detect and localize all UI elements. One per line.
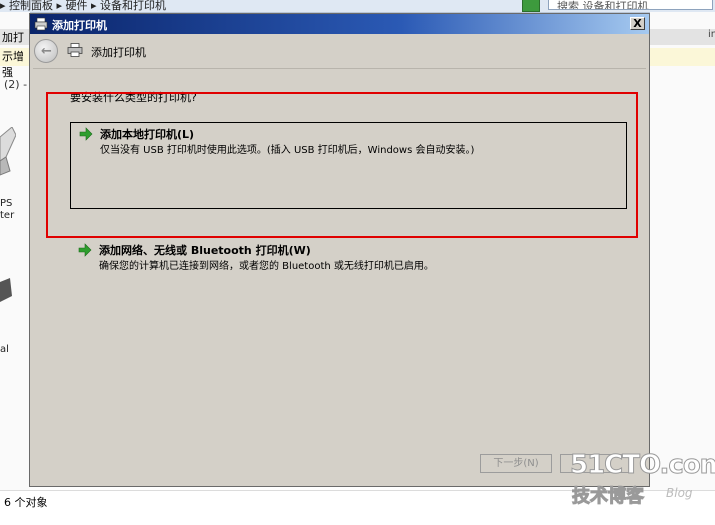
explorer-group-header: (2) - xyxy=(4,78,28,91)
explorer-infobar-right xyxy=(650,48,715,66)
explorer-search-input[interactable]: 搜索 设备和打印机 xyxy=(548,0,713,10)
watermark-subtitle: 技术博客 xyxy=(572,486,645,508)
option-title: 添加网络、无线或 Bluetooth 打印机(W) xyxy=(99,244,311,257)
explorer-toolbar-fragment-right: ini xyxy=(708,29,715,40)
next-button[interactable]: 下一步(N) xyxy=(480,454,552,473)
dialog-navbar: ← 添加打印机 xyxy=(30,34,649,66)
option-description: 确保您的计算机已连接到网络，或者您的 Bluetooth 或无线打印机已启用。 xyxy=(99,261,434,272)
close-button[interactable]: X xyxy=(630,17,645,30)
explorer-infobar-fragment: 示增强 xyxy=(0,48,30,79)
watermark-logo-text: 51CTO.com xyxy=(570,450,715,481)
explorer-toolbar-fragment[interactable]: 加打印 xyxy=(0,29,30,60)
status-count: 6 个对象 xyxy=(4,496,48,509)
explorer-right-area xyxy=(650,12,715,490)
go-button[interactable] xyxy=(522,0,540,12)
wizard-footer xyxy=(30,454,649,486)
back-arrow-icon: ← xyxy=(41,44,52,59)
dialog-titlebar[interactable]: 添加打印机 X xyxy=(30,14,649,34)
device-icon[interactable] xyxy=(0,278,12,302)
watermark: 51CTO.com 技术博客 Blog xyxy=(570,450,715,510)
printer-icon xyxy=(67,43,83,57)
device-label: al xyxy=(0,344,9,355)
printer-device-icon[interactable] xyxy=(0,127,16,177)
highlight-annotation xyxy=(46,92,638,238)
green-arrow-icon xyxy=(78,243,92,257)
watermark-blog: Blog xyxy=(666,486,693,500)
dialog-title: 添加打印机 xyxy=(52,19,107,32)
add-printer-dialog: 添加打印机 X ← 添加打印机 要安装什么类型的打印机? 添加本地打印机(L) … xyxy=(29,13,650,487)
back-button[interactable]: ← xyxy=(34,39,58,63)
explorer-toolbar-right xyxy=(650,29,715,45)
wizard-title: 添加打印机 xyxy=(91,46,146,59)
option-add-network-printer[interactable]: 添加网络、无线或 Bluetooth 打印机(W) 确保您的计算机已连接到网络，… xyxy=(70,239,627,279)
printer-icon xyxy=(34,17,48,31)
device-label: PS ter xyxy=(0,198,15,221)
